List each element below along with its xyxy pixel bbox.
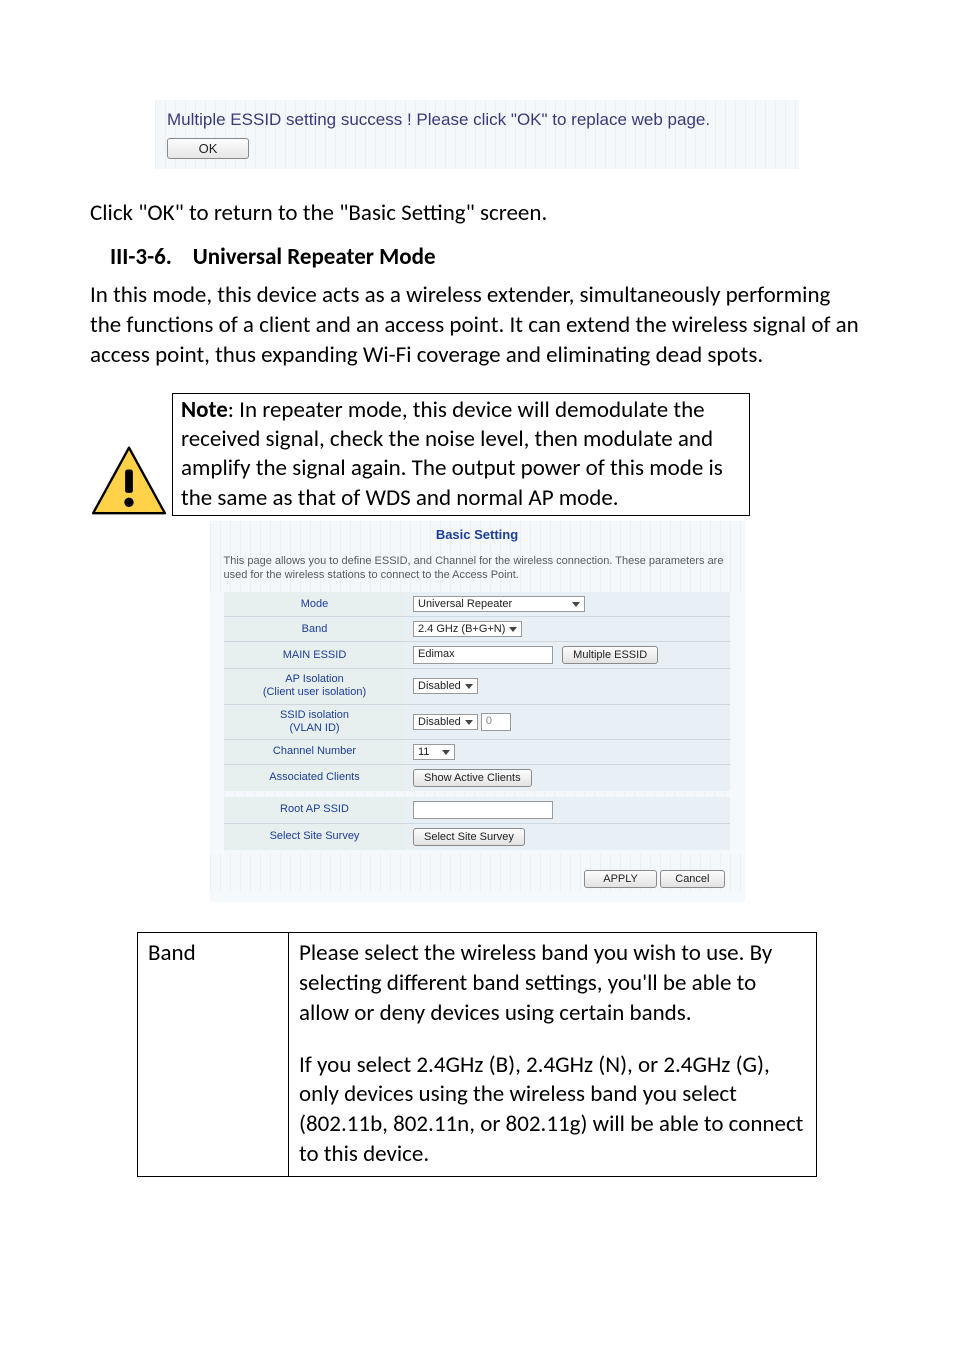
vlan-id-input[interactable]: 0 bbox=[481, 713, 511, 731]
ssid-isolation-label: SSID isolation (VLAN ID) bbox=[224, 704, 405, 739]
ok-button[interactable]: OK bbox=[167, 138, 249, 159]
band-select[interactable]: 2.4 GHz (B+G+N) bbox=[413, 621, 522, 637]
note-box: Note: In repeater mode, this device will… bbox=[172, 393, 750, 517]
note-row: Note: In repeater mode, this device will… bbox=[90, 393, 864, 521]
root-ap-ssid-label: Root AP SSID bbox=[224, 797, 405, 824]
band-cell-label: Band bbox=[138, 932, 289, 1176]
site-survey-label: Select Site Survey bbox=[224, 823, 405, 850]
channel-select[interactable]: 11 bbox=[413, 744, 455, 760]
band-cell-text: Please select the wireless band you wish… bbox=[289, 932, 817, 1176]
warning-icon bbox=[90, 443, 168, 521]
associated-clients-label: Associated Clients bbox=[224, 764, 405, 791]
ssid-isolation-select[interactable]: Disabled bbox=[413, 714, 478, 730]
basic-setting-panel: Basic Setting This page allows you to de… bbox=[210, 521, 745, 902]
row-root-ap-ssid: Root AP SSID bbox=[224, 797, 730, 824]
multiple-essid-button[interactable]: Multiple ESSID bbox=[562, 646, 658, 664]
band-explanation-table: Band Please select the wireless band you… bbox=[137, 932, 817, 1177]
band-label: Band bbox=[224, 617, 405, 642]
row-ssid-isolation: SSID isolation (VLAN ID) Disabled 0 bbox=[224, 704, 730, 739]
row-channel: Channel Number 11 bbox=[224, 739, 730, 764]
settings-table: Mode Universal Repeater Band 2.4 GHz (B+… bbox=[224, 592, 730, 850]
success-message: Multiple ESSID setting success ! Please … bbox=[167, 108, 787, 138]
note-bold: Note bbox=[181, 396, 228, 424]
panel-desc: This page allows you to define ESSID, an… bbox=[210, 546, 745, 593]
main-essid-input[interactable]: Edimax bbox=[413, 646, 553, 664]
band-paragraph-2: If you select 2.4GHz (B), 2.4GHz (N), or… bbox=[299, 1051, 806, 1171]
row-site-survey: Select Site Survey Select Site Survey bbox=[224, 823, 730, 850]
cancel-button[interactable]: Cancel bbox=[660, 870, 724, 888]
success-banner: Multiple ESSID setting success ! Please … bbox=[155, 100, 799, 169]
section-number: III-3-6. bbox=[110, 243, 172, 271]
channel-label: Channel Number bbox=[224, 739, 405, 764]
note-text: : In repeater mode, this device will dem… bbox=[181, 396, 723, 512]
mode-paragraph: In this mode, this device acts as a wire… bbox=[90, 281, 864, 371]
row-mode: Mode Universal Repeater bbox=[224, 592, 730, 617]
ap-isolation-label: AP Isolation (Client user isolation) bbox=[224, 669, 405, 704]
section-title: Universal Repeater Mode bbox=[193, 243, 436, 271]
mode-select[interactable]: Universal Repeater bbox=[413, 596, 585, 612]
show-active-clients-button[interactable]: Show Active Clients bbox=[413, 769, 532, 787]
root-ap-ssid-input[interactable] bbox=[413, 801, 553, 819]
select-site-survey-button[interactable]: Select Site Survey bbox=[413, 828, 525, 846]
row-main-essid: MAIN ESSID Edimax Multiple ESSID bbox=[224, 642, 730, 669]
panel-title: Basic Setting bbox=[436, 527, 518, 542]
section-heading: III-3-6. Universal Repeater Mode bbox=[110, 243, 864, 271]
mode-label: Mode bbox=[224, 592, 405, 617]
ap-isolation-select[interactable]: Disabled bbox=[413, 678, 478, 694]
row-band: Band 2.4 GHz (B+G+N) bbox=[224, 617, 730, 642]
apply-button[interactable]: APPLY bbox=[584, 870, 657, 888]
row-associated-clients: Associated Clients Show Active Clients bbox=[224, 764, 730, 791]
intro-line: Click "OK" to return to the "Basic Setti… bbox=[90, 199, 864, 229]
band-paragraph-1: Please select the wireless band you wish… bbox=[299, 939, 806, 1029]
main-essid-label: MAIN ESSID bbox=[224, 642, 405, 669]
row-ap-isolation: AP Isolation (Client user isolation) Dis… bbox=[224, 669, 730, 704]
